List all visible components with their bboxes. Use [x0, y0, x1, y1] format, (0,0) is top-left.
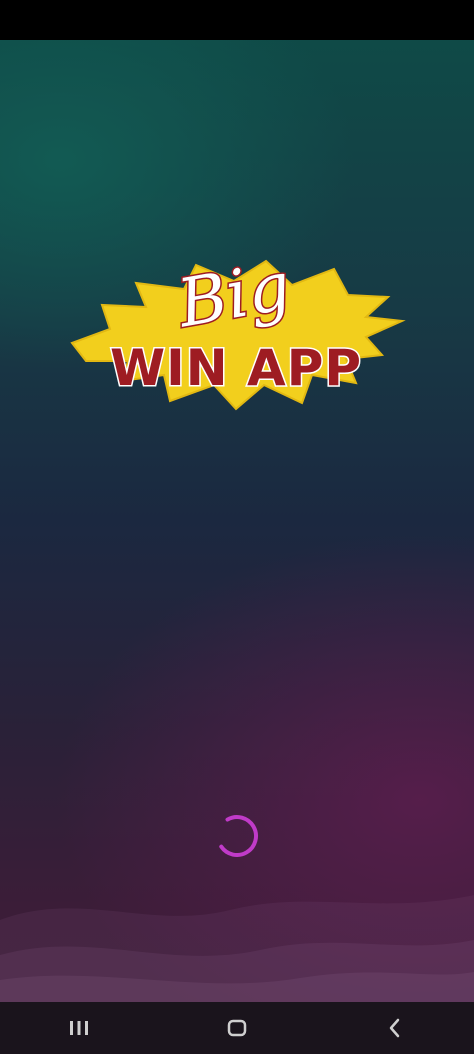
logo-word-win-app: WIN APP	[110, 339, 362, 397]
splash-screen: Big WIN APP	[0, 0, 474, 1054]
loading-spinner	[216, 815, 258, 857]
back-button[interactable]	[365, 1006, 425, 1050]
recent-apps-button[interactable]	[49, 1006, 109, 1050]
navigation-bar	[0, 1002, 474, 1054]
back-icon	[389, 1018, 400, 1038]
home-button[interactable]	[207, 1006, 267, 1050]
status-bar	[0, 0, 474, 40]
app-logo: Big WIN APP	[70, 246, 406, 411]
recent-apps-icon	[70, 1021, 88, 1035]
home-icon	[227, 1019, 247, 1037]
